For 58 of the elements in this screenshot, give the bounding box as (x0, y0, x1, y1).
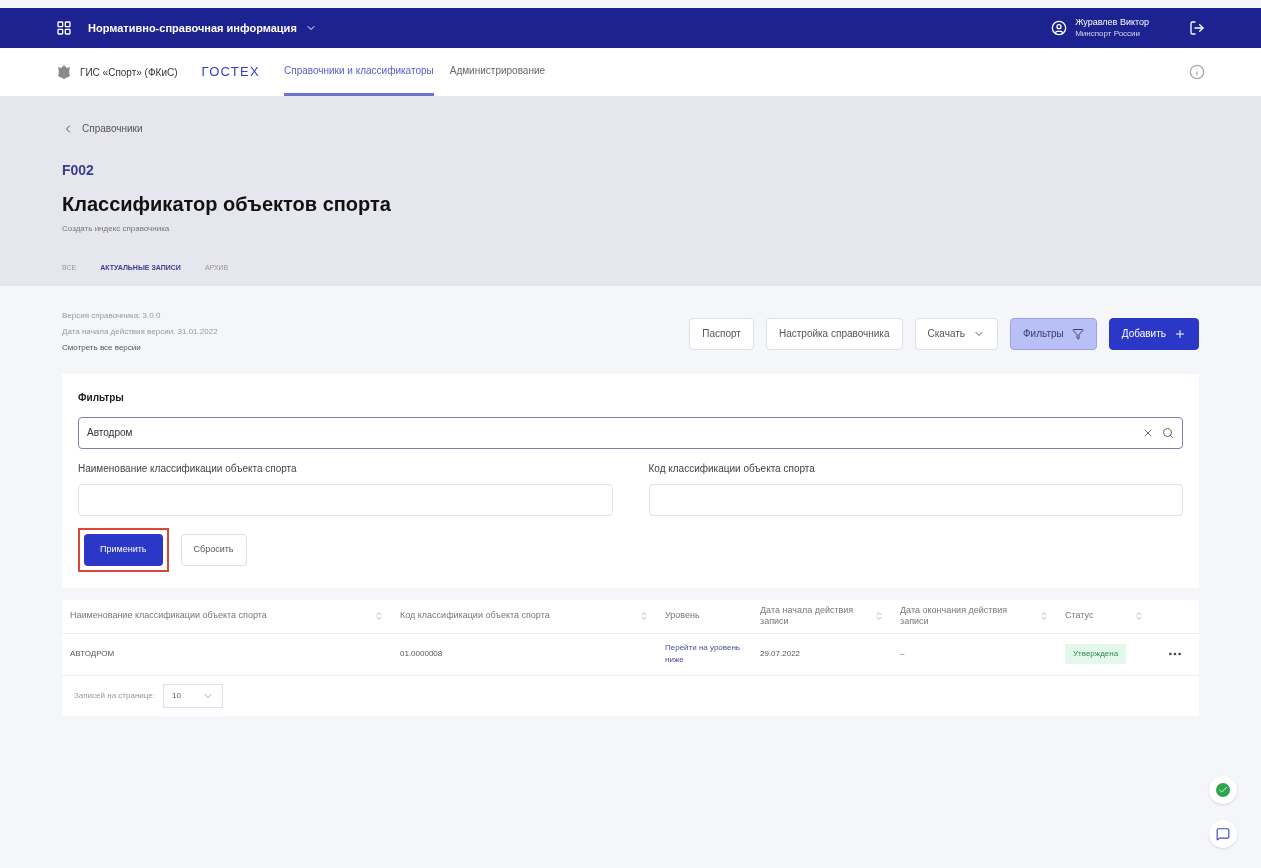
column-header: Наименование классификации объекта спорта (70, 610, 268, 622)
all-versions-link[interactable]: Смотреть все версии (62, 341, 218, 354)
column-header: Дата начала действия записи (760, 604, 855, 628)
back-link[interactable]: Справочники (62, 121, 1199, 136)
apply-button[interactable]: Применить (84, 533, 163, 566)
column-header: Статус (1065, 610, 1095, 622)
sort-icon[interactable] (1039, 611, 1049, 621)
sort-icon[interactable] (639, 611, 649, 621)
table-cell: 01.0000008 (400, 648, 443, 660)
logout-icon[interactable] (1189, 20, 1205, 36)
org-name: ГИС «Спорт» (ФКиС) (80, 65, 178, 80)
emblem-icon (56, 64, 72, 80)
reset-button[interactable]: Сбросить (180, 533, 247, 566)
app-switcher[interactable]: Нормативно-справочная информация (88, 19, 317, 37)
toolbar-button[interactable]: Паспорт (689, 317, 754, 350)
search-input[interactable]: Автодром (87, 425, 1142, 440)
input-field[interactable] (78, 483, 613, 516)
toolbar-button[interactable]: Скачать (914, 317, 998, 350)
field-label: Наименование классификации объекта спорта (78, 461, 298, 476)
page-size-select[interactable]: 10 (162, 683, 223, 708)
filters-title: Фильтры (78, 390, 125, 405)
status-button[interactable] (1209, 776, 1237, 804)
check-icon (1218, 785, 1228, 795)
search-icon[interactable] (1162, 426, 1174, 439)
info-icon[interactable] (1189, 64, 1205, 80)
brand-logo: ГОСТЕХ (201, 63, 260, 82)
plus-icon (1174, 327, 1186, 340)
page-subtitle: Создать индекс справочника (62, 223, 171, 235)
input-field[interactable] (648, 483, 1183, 516)
sort-icon[interactable] (1134, 611, 1144, 621)
chat-button[interactable] (1209, 820, 1237, 848)
table-cell: 29.07.2022 (760, 648, 801, 660)
search-field[interactable]: Автодром (78, 416, 1183, 449)
filter-icon (1071, 327, 1084, 340)
user-name: Журавлев Виктор (1075, 17, 1149, 29)
toolbar-button[interactable]: Добавить (1108, 317, 1199, 350)
nav-tab[interactable]: Администрирование (449, 48, 546, 96)
version-info: Версия справочника: 3.0.0 (62, 309, 162, 322)
directory-code: F002 (62, 161, 95, 180)
user-avatar-icon (1051, 20, 1068, 36)
sort-icon[interactable] (874, 611, 884, 621)
chat-icon (1216, 827, 1230, 841)
level-down-link[interactable]: Перейти на уровень ниже (665, 642, 744, 666)
page-size-label: Записей на странице: (74, 689, 155, 702)
toolbar-button[interactable]: Настройка справочника (765, 317, 903, 350)
column-header: Уровень (665, 610, 701, 622)
version-start-date: Дата начала действия версии: 31.01.2022 (62, 325, 218, 338)
column-header: Дата окончания действия записи (900, 604, 1009, 628)
column-header: Код классификации объекта спорта (400, 610, 551, 622)
table-cell: – (900, 648, 905, 660)
apps-grid-icon[interactable] (56, 20, 72, 36)
field-label: Код классификации объекта спорта (648, 461, 816, 476)
toolbar-button[interactable]: Фильтры (1010, 317, 1097, 350)
table-cell: АВТОДРОМ (70, 648, 115, 660)
user-organization: Минспорт России (1075, 28, 1142, 39)
page-title: Классификатор объектов спорта (62, 192, 392, 217)
status-badge: Утверждена (1065, 644, 1127, 664)
sort-icon[interactable] (374, 611, 384, 621)
